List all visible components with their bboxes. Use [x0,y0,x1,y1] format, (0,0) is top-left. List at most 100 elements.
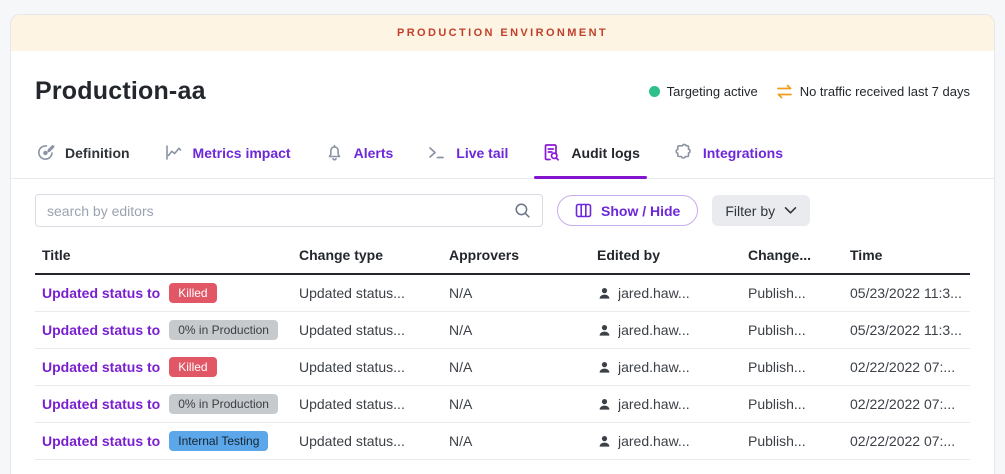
environment-banner: PRODUCTION ENVIRONMENT [11,15,994,51]
tab-alerts[interactable]: Alerts [324,128,394,178]
green-dot-icon [649,86,660,97]
edited-by-value: jared.haw... [618,396,690,412]
time-cell: 05/23/2022 11:3... [850,285,970,301]
tab-definition-label: Definition [65,145,130,161]
change-cell: Publish... [748,396,850,412]
targeting-status: Targeting active [649,84,758,99]
change-type-cell: Updated status... [299,322,449,338]
time-cell: 02/22/2022 07:... [850,396,970,412]
edited-by-value: jared.haw... [618,359,690,375]
puzzle-icon [673,142,694,163]
status-badge: Killed [169,283,216,303]
title-cell[interactable]: Updated status to 0% in Production [35,394,299,414]
change-type-cell: Updated status... [299,433,449,449]
tab-metrics-impact-label: Metrics impact [193,145,291,161]
tab-bar: Definition Metrics impact Alerts Live ta… [11,128,994,179]
edited-by-value: jared.haw... [618,433,690,449]
change-type-cell: Updated status... [299,285,449,301]
bell-icon [324,142,345,163]
title-link[interactable]: Updated status to [42,396,160,412]
edited-by-value: jared.haw... [618,322,690,338]
title-link[interactable]: Updated status to [42,285,160,301]
tab-alerts-label: Alerts [354,145,394,161]
title-link[interactable]: Updated status to [42,433,160,449]
filter-by-button[interactable]: Filter by [712,195,810,226]
tab-integrations[interactable]: Integrations [673,128,783,178]
tab-metrics-impact[interactable]: Metrics impact [163,128,291,178]
search-input[interactable] [47,203,514,219]
title-link[interactable]: Updated status to [42,322,160,338]
tab-live-tail-label: Live tail [456,145,508,161]
traffic-arrows-icon [776,84,793,99]
terminal-icon [426,142,447,163]
table-header-row: Title Change type Approvers Edited by Ch… [35,237,970,275]
table-row[interactable]: Updated status to 0% in Production Updat… [35,386,970,423]
column-header-change[interactable]: Change... [748,247,850,263]
title-cell[interactable]: Updated status to 0% in Production [35,320,299,340]
edited-by-cell: jared.haw... [597,359,748,375]
tab-live-tail[interactable]: Live tail [426,128,508,178]
traffic-status-label: No traffic received last 7 days [800,84,970,99]
approvers-cell: N/A [449,359,597,375]
approvers-cell: N/A [449,396,597,412]
targeting-status-label: Targeting active [667,84,758,99]
title-cell[interactable]: Updated status to Killed [35,357,299,377]
column-header-time[interactable]: Time [850,247,970,263]
search-box[interactable] [35,194,543,227]
filter-by-label: Filter by [725,203,775,219]
person-icon [597,323,612,338]
time-cell: 05/23/2022 11:3... [850,322,970,338]
change-type-cell: Updated status... [299,359,449,375]
title-cell[interactable]: Updated status to Internal Testing [35,431,299,451]
toolbar: Show / Hide Filter by [11,179,994,237]
search-icon [514,202,531,219]
column-header-edited-by[interactable]: Edited by [597,247,748,263]
approvers-cell: N/A [449,433,597,449]
column-header-change-type[interactable]: Change type [299,247,449,263]
title-link[interactable]: Updated status to [42,359,160,375]
tab-integrations-label: Integrations [703,145,783,161]
title-cell[interactable]: Updated status to Killed [35,283,299,303]
person-icon [597,286,612,301]
person-icon [597,360,612,375]
time-cell: 02/22/2022 07:... [850,359,970,375]
time-cell: 02/22/2022 07:... [850,433,970,449]
show-hide-label: Show / Hide [601,203,680,219]
page-header: Production-aa Targeting active No traffi… [11,51,994,128]
status-badge: 0% in Production [169,394,278,414]
edited-by-cell: jared.haw... [597,433,748,449]
edited-by-cell: jared.haw... [597,285,748,301]
page-title: Production-aa [35,77,206,106]
table-row[interactable]: Updated status to Killed Updated status.… [35,349,970,386]
person-icon [597,397,612,412]
chevron-down-icon [784,206,797,215]
audit-log-table: Title Change type Approvers Edited by Ch… [11,237,994,460]
table-row[interactable]: Updated status to Killed Updated status.… [35,275,970,312]
target-edit-icon [35,142,56,163]
edited-by-cell: jared.haw... [597,322,748,338]
change-type-cell: Updated status... [299,396,449,412]
table-body: Updated status to Killed Updated status.… [35,275,970,460]
status-badge: Internal Testing [169,431,268,451]
change-cell: Publish... [748,433,850,449]
show-hide-button[interactable]: Show / Hide [557,195,698,226]
environment-card: PRODUCTION ENVIRONMENT Production-aa Tar… [10,14,995,474]
table-row[interactable]: Updated status to 0% in Production Updat… [35,312,970,349]
tab-definition[interactable]: Definition [35,128,130,178]
edited-by-value: jared.haw... [618,285,690,301]
tab-audit-logs-label: Audit logs [571,145,639,161]
status-badge: 0% in Production [169,320,278,340]
status-group: Targeting active No traffic received las… [649,84,970,99]
columns-icon [575,203,592,218]
column-header-approvers[interactable]: Approvers [449,247,597,263]
column-header-title[interactable]: Title [35,247,299,263]
change-cell: Publish... [748,359,850,375]
chart-line-icon [163,142,184,163]
person-icon [597,434,612,449]
table-row[interactable]: Updated status to Internal Testing Updat… [35,423,970,460]
approvers-cell: N/A [449,322,597,338]
status-badge: Killed [169,357,216,377]
tab-audit-logs[interactable]: Audit logs [541,128,639,178]
change-cell: Publish... [748,285,850,301]
audit-log-icon [541,142,562,163]
